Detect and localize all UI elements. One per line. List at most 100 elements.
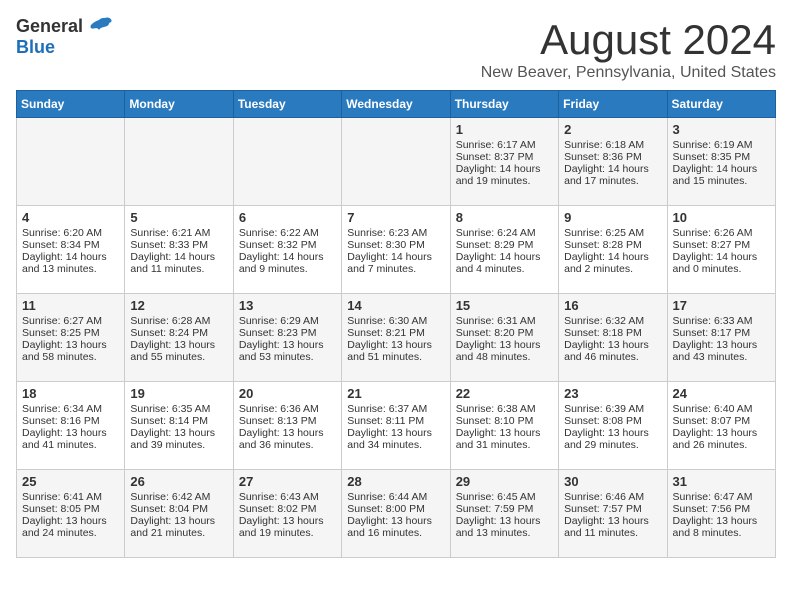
day-number: 12	[130, 298, 227, 313]
day-info-line: and 39 minutes.	[130, 439, 227, 451]
logo-bird-icon	[85, 16, 113, 38]
day-info-line: and 36 minutes.	[239, 439, 336, 451]
day-info-line: Sunset: 7:56 PM	[673, 503, 770, 515]
day-info-line: Sunrise: 6:31 AM	[456, 315, 553, 327]
day-info-line: Sunset: 8:08 PM	[564, 415, 661, 427]
day-number: 3	[673, 122, 770, 137]
calendar-week-row: 18Sunrise: 6:34 AMSunset: 8:16 PMDayligh…	[17, 382, 776, 470]
month-year-title: August 2024	[481, 16, 776, 64]
calendar-week-row: 1Sunrise: 6:17 AMSunset: 8:37 PMDaylight…	[17, 118, 776, 206]
day-number: 16	[564, 298, 661, 313]
day-info-line: Sunset: 7:57 PM	[564, 503, 661, 515]
calendar-cell: 31Sunrise: 6:47 AMSunset: 7:56 PMDayligh…	[667, 470, 775, 558]
day-info-line: Daylight: 14 hours	[347, 251, 444, 263]
day-info-line: Sunrise: 6:38 AM	[456, 403, 553, 415]
day-info-line: Daylight: 13 hours	[673, 427, 770, 439]
calendar-cell: 18Sunrise: 6:34 AMSunset: 8:16 PMDayligh…	[17, 382, 125, 470]
day-info-line: Daylight: 13 hours	[673, 339, 770, 351]
day-number: 17	[673, 298, 770, 313]
day-info-line: Sunset: 8:11 PM	[347, 415, 444, 427]
day-info-line: Sunset: 8:32 PM	[239, 239, 336, 251]
day-info-line: Sunset: 8:20 PM	[456, 327, 553, 339]
day-info-line: Sunset: 8:02 PM	[239, 503, 336, 515]
calendar-cell: 23Sunrise: 6:39 AMSunset: 8:08 PMDayligh…	[559, 382, 667, 470]
calendar-header-row: SundayMondayTuesdayWednesdayThursdayFrid…	[17, 91, 776, 118]
day-info-line: Daylight: 13 hours	[456, 339, 553, 351]
day-number: 28	[347, 474, 444, 489]
day-info-line: Daylight: 13 hours	[130, 339, 227, 351]
day-info-line: Sunrise: 6:45 AM	[456, 491, 553, 503]
day-info-line: Sunset: 7:59 PM	[456, 503, 553, 515]
day-info-line: Sunset: 8:24 PM	[130, 327, 227, 339]
day-info-line: Sunset: 8:05 PM	[22, 503, 119, 515]
day-info-line: Daylight: 14 hours	[456, 251, 553, 263]
calendar-cell	[342, 118, 450, 206]
day-info-line: Sunset: 8:34 PM	[22, 239, 119, 251]
day-number: 19	[130, 386, 227, 401]
calendar-cell	[233, 118, 341, 206]
day-number: 6	[239, 210, 336, 225]
day-of-week-header: Tuesday	[233, 91, 341, 118]
day-info-line: Sunset: 8:13 PM	[239, 415, 336, 427]
calendar-week-row: 4 Sunrise: 6:20 AMSunset: 8:34 PM Daylight…	[17, 206, 776, 294]
day-info-line: and 2 minutes.	[564, 263, 661, 275]
calendar-cell: 9Sunrise: 6:25 AMSunset: 8:28 PMDaylight…	[559, 206, 667, 294]
day-info-line: Sunset: 8:29 PM	[456, 239, 553, 251]
day-info-line: Sunrise: 6:42 AM	[130, 491, 227, 503]
day-info-line: Daylight: 13 hours	[239, 515, 336, 527]
day-info-line: Sunrise: 6:21 AM	[130, 227, 227, 239]
day-info-line: and 9 minutes.	[239, 263, 336, 275]
day-info-line: Daylight: 13 hours	[130, 515, 227, 527]
day-info-line: and 13 minutes.	[456, 527, 553, 539]
location-subtitle: New Beaver, Pennsylvania, United States	[481, 64, 776, 82]
calendar-cell: 22Sunrise: 6:38 AMSunset: 8:10 PMDayligh…	[450, 382, 558, 470]
calendar-cell: 16Sunrise: 6:32 AMSunset: 8:18 PMDayligh…	[559, 294, 667, 382]
day-info-line: Sunrise: 6:28 AM	[130, 315, 227, 327]
day-info-line: and 19 minutes.	[239, 527, 336, 539]
day-number: 30	[564, 474, 661, 489]
day-number: 10	[673, 210, 770, 225]
calendar-cell: 6Sunrise: 6:22 AMSunset: 8:32 PMDaylight…	[233, 206, 341, 294]
day-info-line: Sunrise: 6:34 AM	[22, 403, 119, 415]
day-number: 4	[22, 210, 119, 225]
calendar-cell: 20Sunrise: 6:36 AMSunset: 8:13 PMDayligh…	[233, 382, 341, 470]
day-number: 21	[347, 386, 444, 401]
day-number: 11	[22, 298, 119, 313]
calendar-cell: 30Sunrise: 6:46 AMSunset: 7:57 PMDayligh…	[559, 470, 667, 558]
day-info-line: Sunset: 8:30 PM	[347, 239, 444, 251]
day-info-line: and 58 minutes.	[22, 351, 119, 363]
title-area: August 2024 New Beaver, Pennsylvania, Un…	[481, 16, 776, 82]
calendar-cell	[125, 118, 233, 206]
calendar-table: SundayMondayTuesdayWednesdayThursdayFrid…	[16, 90, 776, 558]
day-info-line: Daylight: 13 hours	[347, 427, 444, 439]
day-of-week-header: Wednesday	[342, 91, 450, 118]
day-info-line: Sunrise: 6:17 AM	[456, 139, 553, 151]
day-number: 5	[130, 210, 227, 225]
day-info-line: Sunset: 8:04 PM	[130, 503, 227, 515]
day-info-line: Sunset: 8:10 PM	[456, 415, 553, 427]
calendar-cell: 25Sunrise: 6:41 AMSunset: 8:05 PMDayligh…	[17, 470, 125, 558]
day-info-line: Sunrise: 6:39 AM	[564, 403, 661, 415]
day-info-line: and 21 minutes.	[130, 527, 227, 539]
day-info-line: and 29 minutes.	[564, 439, 661, 451]
day-of-week-header: Sunday	[17, 91, 125, 118]
day-info-line: Daylight: 13 hours	[22, 427, 119, 439]
header: General Blue August 2024 New Beaver, Pen…	[16, 16, 776, 82]
day-info-line: Sunset: 8:28 PM	[564, 239, 661, 251]
day-info-line: Sunrise: 6:47 AM	[673, 491, 770, 503]
calendar-cell: 2Sunrise: 6:18 AMSunset: 8:36 PMDaylight…	[559, 118, 667, 206]
day-info-line: Sunrise: 6:30 AM	[347, 315, 444, 327]
day-info-line: and 8 minutes.	[673, 527, 770, 539]
day-info-line: Sunrise: 6:29 AM	[239, 315, 336, 327]
calendar-cell: 10Sunrise: 6:26 AMSunset: 8:27 PMDayligh…	[667, 206, 775, 294]
day-info-line: Sunset: 8:37 PM	[456, 151, 553, 163]
calendar-cell: 21Sunrise: 6:37 AMSunset: 8:11 PMDayligh…	[342, 382, 450, 470]
day-info-line: Sunrise: 6:20 AM	[22, 227, 119, 239]
day-info-line: Daylight: 13 hours	[239, 427, 336, 439]
day-number: 27	[239, 474, 336, 489]
day-number: 26	[130, 474, 227, 489]
day-info-line: and 19 minutes.	[456, 175, 553, 187]
day-number: 9	[564, 210, 661, 225]
calendar-cell: 3Sunrise: 6:19 AMSunset: 8:35 PMDaylight…	[667, 118, 775, 206]
day-info-line: Daylight: 14 hours	[564, 251, 661, 263]
